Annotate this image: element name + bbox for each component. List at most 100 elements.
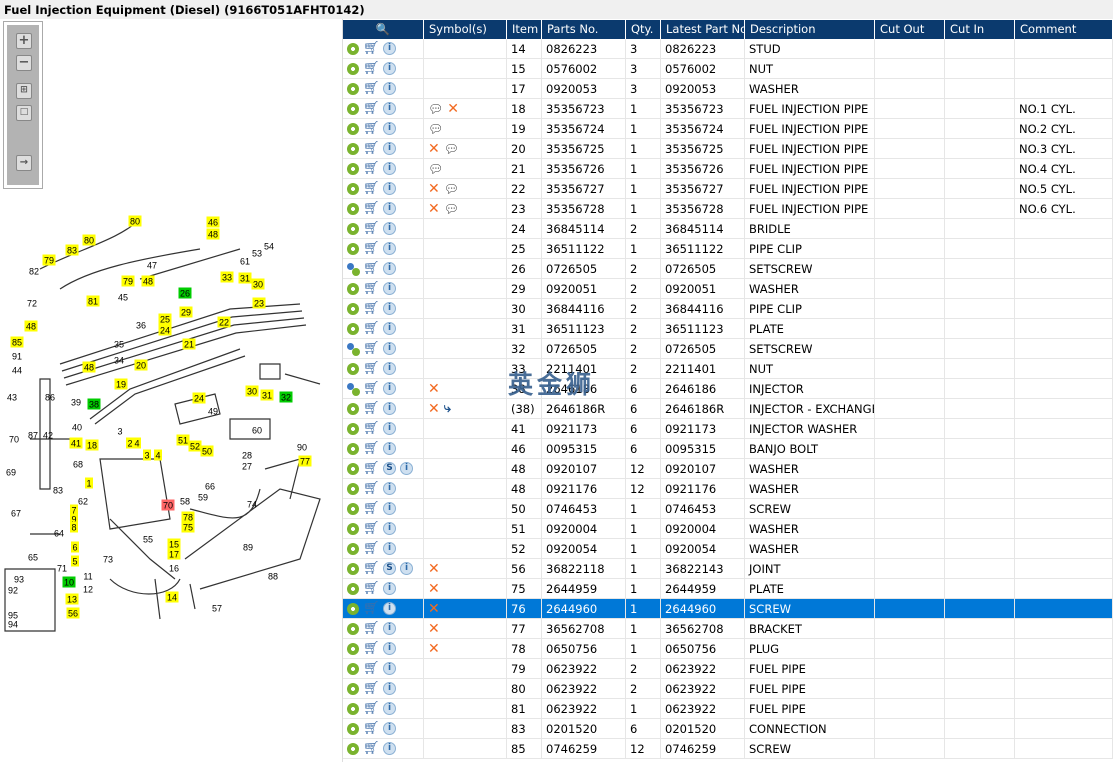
callout-label[interactable]: 45 xyxy=(118,293,128,303)
gear-icon[interactable] xyxy=(347,622,359,635)
gear-icon[interactable] xyxy=(347,602,359,615)
cross-icon[interactable]: ✕ xyxy=(428,582,440,596)
callout-label[interactable]: 70 xyxy=(9,435,19,445)
info-icon[interactable]: i xyxy=(383,442,396,455)
fit-to-window-button[interactable]: ⊞ xyxy=(16,83,32,99)
callout-label[interactable]: 16 xyxy=(169,564,179,574)
gear-icon[interactable] xyxy=(347,642,359,655)
table-row[interactable]: 🛒︎ i 17 0920053 3 0920053 WASHER xyxy=(343,79,1113,99)
info-icon[interactable]: i xyxy=(383,402,396,415)
shopping-cart-icon[interactable]: 🛒︎ xyxy=(363,262,380,275)
callout-label[interactable]: 70 xyxy=(163,501,173,511)
callout-label[interactable]: 79 xyxy=(44,256,54,266)
callout-label[interactable]: 91 xyxy=(12,352,22,362)
gear-icon[interactable] xyxy=(347,442,359,455)
shopping-cart-icon[interactable]: 🛒︎ xyxy=(363,402,380,415)
callout-label[interactable]: 66 xyxy=(205,482,215,492)
info-icon[interactable]: i xyxy=(383,642,396,655)
callout-label[interactable]: 17 xyxy=(169,550,179,560)
gear-icon[interactable] xyxy=(347,402,359,415)
gear-icon[interactable] xyxy=(347,582,359,595)
supersession-s-icon[interactable]: S xyxy=(383,462,396,475)
gear-icon[interactable] xyxy=(347,742,359,755)
callout-label[interactable]: 28 xyxy=(242,451,252,461)
table-row[interactable]: 🛒︎ i 25 36511122 1 36511122 PIPE CLIP xyxy=(343,239,1113,259)
callout-label[interactable]: 47 xyxy=(147,261,157,271)
shopping-cart-icon[interactable]: 🛒︎ xyxy=(363,202,380,215)
table-row[interactable]: 🛒︎ i 79 0623922 2 0623922 FUEL PIPE xyxy=(343,659,1113,679)
table-row[interactable]: 🛒︎ Si ✕ 56 36822118 1 36822143 JOINT xyxy=(343,559,1113,579)
callout-label[interactable]: 23 xyxy=(254,299,264,309)
info-icon[interactable]: i xyxy=(400,562,413,575)
callout-label[interactable]: 35 xyxy=(114,340,124,350)
gear-icon[interactable] xyxy=(347,362,359,375)
table-row[interactable]: 🛒︎ i ✕ 💬︎ 23 35356728 1 35356728 FUEL INJECTION … xyxy=(343,199,1113,219)
gear-icon[interactable] xyxy=(347,202,359,215)
callout-label[interactable]: 15 xyxy=(169,540,179,550)
info-icon[interactable]: i xyxy=(383,702,396,715)
gear-icon[interactable] xyxy=(347,522,359,535)
callout-label[interactable]: 83 xyxy=(67,246,77,256)
shopping-cart-icon[interactable]: 🛒︎ xyxy=(363,62,380,75)
info-icon[interactable]: i xyxy=(383,622,396,635)
zoom-out-button[interactable]: − xyxy=(16,55,32,71)
table-row[interactable]: 🛒︎ i 💬︎ ✕ 18 35356723 1 35356723 FUEL INJECTION … xyxy=(343,99,1113,119)
info-icon[interactable]: i xyxy=(383,662,396,675)
callout-label[interactable]: 2 xyxy=(127,439,132,449)
info-icon[interactable]: i xyxy=(383,742,396,755)
callout-label[interactable]: 5 xyxy=(72,557,77,567)
callout-label[interactable]: 77 xyxy=(300,457,310,467)
shopping-cart-icon[interactable]: 🛒︎ xyxy=(363,222,380,235)
shopping-cart-icon[interactable]: 🛒︎ xyxy=(363,602,380,615)
cross-icon[interactable]: ✕ xyxy=(428,642,440,656)
gear-icon[interactable] xyxy=(347,482,359,495)
callout-label[interactable]: 48 xyxy=(26,322,36,332)
info-icon[interactable]: i xyxy=(383,422,396,435)
callout-label[interactable]: 89 xyxy=(243,543,253,553)
callout-label[interactable]: 53 xyxy=(252,249,262,259)
cross-icon[interactable]: ✕ xyxy=(428,142,440,156)
callout-label[interactable]: 36 xyxy=(136,321,146,331)
shopping-cart-icon[interactable]: 🛒︎ xyxy=(363,522,380,535)
table-row[interactable]: 🛒︎ i ✕ 75 2644959 1 2644959 PLATE xyxy=(343,579,1113,599)
callout-label[interactable]: 31 xyxy=(240,274,250,284)
column-header-item[interactable]: Item xyxy=(507,20,542,39)
shopping-cart-icon[interactable]: 🛒︎ xyxy=(363,542,380,555)
table-row[interactable]: 🛒︎ i 24 36845114 2 36845114 BRIDLE xyxy=(343,219,1113,239)
gear-icon[interactable] xyxy=(347,322,359,335)
note-bubble-icon[interactable]: 💬︎ xyxy=(444,142,459,156)
callout-label[interactable]: 83 xyxy=(53,486,63,496)
table-row[interactable]: 🛒︎ i 80 0623922 2 0623922 FUEL PIPE xyxy=(343,679,1113,699)
callout-label[interactable]: 29 xyxy=(181,308,191,318)
cross-icon[interactable]: ✕ xyxy=(447,102,459,116)
cross-icon[interactable]: ✕ xyxy=(428,202,440,216)
table-row[interactable]: 🛒︎ i 29 0920051 2 0920051 WASHER xyxy=(343,279,1113,299)
info-icon[interactable]: i xyxy=(383,62,396,75)
shopping-cart-icon[interactable]: 🛒︎ xyxy=(363,502,380,515)
callout-label[interactable]: 90 xyxy=(297,443,307,453)
table-row[interactable]: 🛒︎ i 32 0726505 2 0726505 SETSCREW xyxy=(343,339,1113,359)
table-row[interactable]: 🛒︎ i ✕ 38 2646186 6 2646186 INJECTOR xyxy=(343,379,1113,399)
callout-label[interactable]: 86 xyxy=(45,393,55,403)
cross-icon[interactable]: ✕ xyxy=(428,382,440,396)
callout-label[interactable]: 65 xyxy=(28,553,38,563)
assembly-gears-icon[interactable] xyxy=(347,382,360,396)
supersession-s-icon[interactable]: S xyxy=(383,562,396,575)
info-icon[interactable]: i xyxy=(383,602,396,615)
gear-icon[interactable] xyxy=(347,722,359,735)
table-row[interactable]: 🛒︎ i ✕ 78 0650756 1 0650756 PLUG xyxy=(343,639,1113,659)
column-header-symbols[interactable]: Symbol(s) xyxy=(424,20,507,39)
info-icon[interactable]: i xyxy=(383,262,396,275)
callout-label[interactable]: 67 xyxy=(11,509,21,519)
info-icon[interactable]: i xyxy=(383,502,396,515)
table-row[interactable]: 🛒︎ i 💬︎ 19 35356724 1 35356724 FUEL INJECTION P… xyxy=(343,119,1113,139)
callout-label[interactable]: 46 xyxy=(208,218,218,228)
table-row[interactable]: 🛒︎ i 48 0921176 12 0921176 WASHER xyxy=(343,479,1113,499)
info-icon[interactable]: i xyxy=(383,102,396,115)
gear-icon[interactable] xyxy=(347,222,359,235)
callout-label[interactable]: 19 xyxy=(116,380,126,390)
table-row[interactable]: 🛒︎ i ✕ 💬︎ 22 35356727 1 35356727 FUEL INJECTION … xyxy=(343,179,1113,199)
callout-label[interactable]: 12 xyxy=(83,585,93,595)
table-row[interactable]: 🛒︎ i ✕ 77 36562708 1 36562708 BRACKET xyxy=(343,619,1113,639)
callout-label[interactable]: 94 xyxy=(8,620,18,630)
